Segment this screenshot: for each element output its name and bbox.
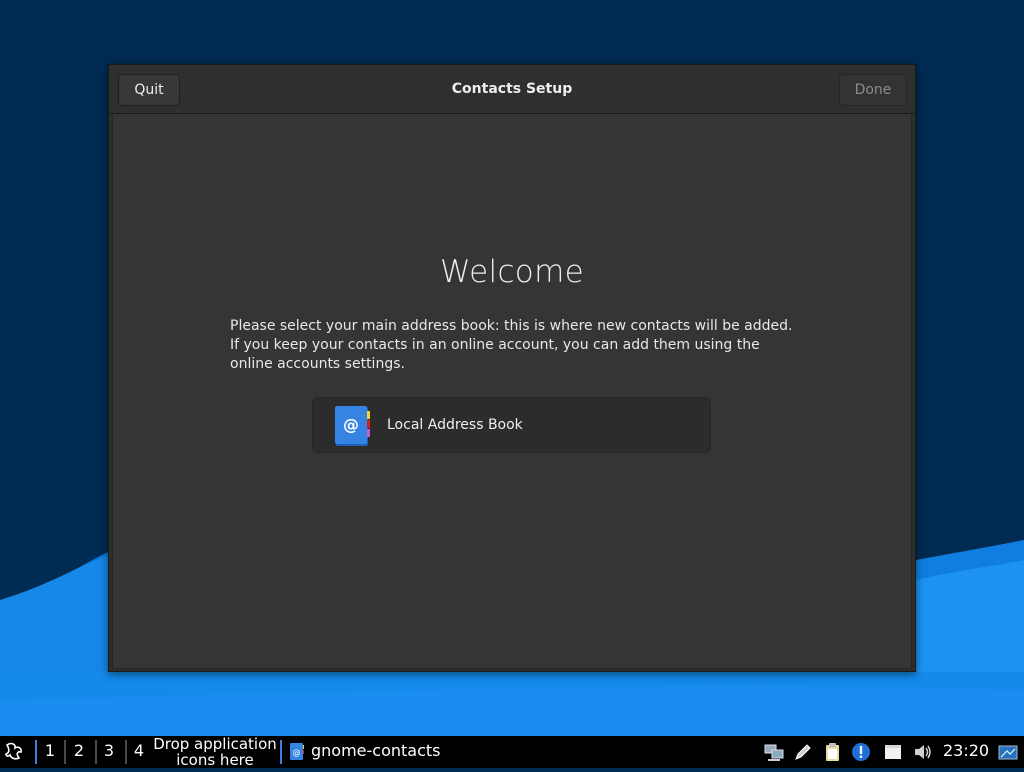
taskbar: 1 2 3 4 Drop application icons here @ gn… bbox=[0, 736, 1024, 768]
pen-icon[interactable] bbox=[793, 742, 813, 762]
done-button[interactable]: Done bbox=[839, 74, 907, 106]
workspace-2[interactable]: 2 bbox=[66, 736, 92, 768]
window-title: Contacts Setup bbox=[451, 81, 573, 97]
lxqt-menu-icon[interactable] bbox=[2, 736, 28, 768]
task-gnome-contacts[interactable]: @ gnome-contacts bbox=[286, 736, 446, 768]
setup-description: Please select your main address book: th… bbox=[230, 318, 793, 372]
header-bar: Quit Contacts Setup Done bbox=[109, 65, 915, 114]
workspace-3[interactable]: 3 bbox=[96, 736, 122, 768]
workspace-1[interactable]: 1 bbox=[37, 736, 63, 768]
address-book-icon: @ bbox=[335, 406, 370, 446]
svg-text:@: @ bbox=[293, 748, 301, 757]
clipboard-icon[interactable] bbox=[822, 742, 842, 762]
volume-icon[interactable] bbox=[913, 742, 933, 762]
show-desktop-icon[interactable] bbox=[998, 742, 1018, 762]
workspace-4[interactable]: 4 bbox=[126, 736, 152, 768]
setup-content: Welcome Please select your main address … bbox=[112, 114, 912, 669]
address-book-option-local[interactable]: @ Local Address Book bbox=[312, 397, 711, 453]
contacts-app-icon: @ bbox=[290, 743, 304, 760]
quicklaunch-drop-hint: Drop application icons here bbox=[153, 735, 277, 769]
network-icon[interactable] bbox=[764, 742, 784, 762]
svg-text:@: @ bbox=[343, 415, 359, 434]
address-book-label: Local Address Book bbox=[387, 417, 523, 433]
contacts-setup-window: Quit Contacts Setup Done Welcome Please … bbox=[108, 64, 916, 672]
task-label: gnome-contacts bbox=[311, 741, 441, 760]
welcome-heading: Welcome bbox=[440, 254, 584, 290]
info-icon[interactable] bbox=[851, 742, 871, 762]
notes-icon[interactable] bbox=[883, 742, 903, 762]
clock[interactable]: 23:20 bbox=[943, 736, 993, 768]
task-separator bbox=[280, 740, 282, 764]
